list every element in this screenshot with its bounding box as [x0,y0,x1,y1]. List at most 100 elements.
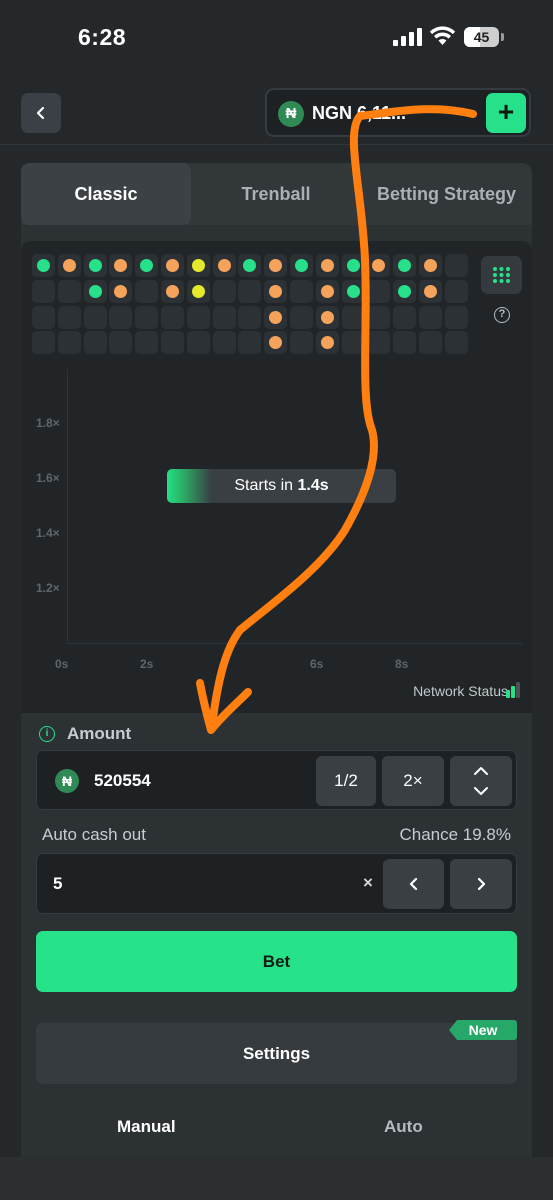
tab-manual[interactable]: Manual [117,1117,176,1137]
history-cell [393,305,417,329]
history-grid-toggle[interactable] [481,256,522,294]
history-cell [419,331,442,355]
history-cell [290,279,313,303]
amount-value: 520554 [94,771,151,790]
history-cell [419,254,442,277]
amount-label: Amount [67,724,132,743]
history-result-dot [191,284,205,298]
history-cell [367,331,391,355]
auto-cashout-input[interactable]: 5 × [36,853,517,914]
history-result-dot [269,259,283,272]
x-tick-label: 2s [140,657,154,671]
round-countdown: Starts in 1.4s [167,469,396,503]
cellular-signal-icon [393,28,422,46]
history-result-dot [191,259,205,272]
decrease-cashout-button[interactable] [383,859,444,909]
naira-coin-icon: ₦ [55,769,79,793]
half-amount-button[interactable]: 1/2 [316,756,376,806]
history-result-dot [114,259,128,272]
y-axis [67,369,68,643]
history-cell [315,279,339,303]
network-signal-icon [506,682,520,698]
naira-coin-icon: ₦ [278,101,304,127]
history-result-dot [243,259,257,272]
history-cell [161,305,184,329]
history-cell [57,331,81,355]
crash-game-area: ? 1.8× 1.6× 1.4× 1.2× 0s 2s 6s 8s Starts… [21,241,532,713]
history-result-dot [114,284,128,298]
deposit-add-button[interactable]: + [486,93,526,133]
history-cell [290,305,313,329]
x-tick-label: 0s [55,657,69,671]
double-amount-button[interactable]: 2× [382,756,444,806]
history-cell [264,331,288,355]
chevron-left-icon [409,877,417,891]
history-cell [161,331,184,355]
history-result-dot [424,259,437,272]
history-cell [367,254,391,277]
history-cell [238,331,262,355]
game-panel: Classic Trenball Betting Strategy ? 1.8×… [21,163,532,1163]
y-tick-label: 1.2× [36,581,60,595]
tab-classic[interactable]: Classic [21,163,191,225]
status-bar: 6:28 45 [0,0,553,75]
history-result-dot [424,284,437,298]
history-cell [341,279,365,303]
history-cell [57,254,81,277]
history-cell [135,254,159,277]
history-cell [109,254,133,277]
chance-label: Chance 19.8% [399,825,511,844]
network-status-label: Network Status [413,683,508,699]
history-result-dot [62,259,76,272]
history-result-dot [88,259,102,272]
history-cell [264,254,288,277]
clock: 6:28 [78,24,127,50]
info-icon[interactable]: i [39,726,55,742]
history-cell [393,279,417,303]
history-cell [186,254,210,277]
chevron-up-down-icon [474,767,488,795]
history-cell [367,279,391,303]
history-result-dot [269,284,283,298]
history-cell [238,254,262,277]
history-cell [444,279,468,303]
wallet-balance[interactable]: ₦ NGN 6,11... + [265,88,531,137]
history-result-dot [140,259,154,272]
tab-auto[interactable]: Auto [384,1117,423,1137]
amount-adjust-button[interactable] [450,756,512,806]
y-tick-label: 1.6× [36,471,60,485]
history-cell [238,305,262,329]
help-icon[interactable]: ? [494,307,510,323]
history-result-dot [166,284,179,298]
history-cell [109,305,133,329]
dots-grid-icon [493,267,510,283]
clear-cashout-button[interactable]: × [363,873,373,893]
history-cell [315,254,339,277]
countdown-text: Starts in 1.4s [234,477,329,494]
history-result-dot [346,284,360,298]
history-cell [393,331,417,355]
history-cell [135,331,159,355]
amount-input[interactable]: ₦ 520554 1/2 2× [36,750,517,810]
history-cell [444,305,468,329]
history-cell [161,279,184,303]
history-cell [238,279,262,303]
back-button[interactable] [21,93,61,133]
history-result-dot [320,336,334,350]
settings-button[interactable]: Settings [36,1023,517,1084]
history-cell [212,254,236,277]
tab-trenball[interactable]: Trenball [191,163,361,225]
history-cell [109,279,133,303]
history-cell [32,305,55,329]
history-cell [341,254,365,277]
history-cell [186,279,210,303]
history-cell [367,305,391,329]
bet-button[interactable]: Bet [36,931,517,992]
increase-cashout-button[interactable] [450,859,512,909]
history-cell [83,254,107,277]
tab-betting-strategy[interactable]: Betting Strategy [361,163,532,225]
y-tick-label: 1.4× [36,526,60,540]
history-cell [290,331,313,355]
history-result-dot [372,259,386,272]
history-cell [83,305,107,329]
